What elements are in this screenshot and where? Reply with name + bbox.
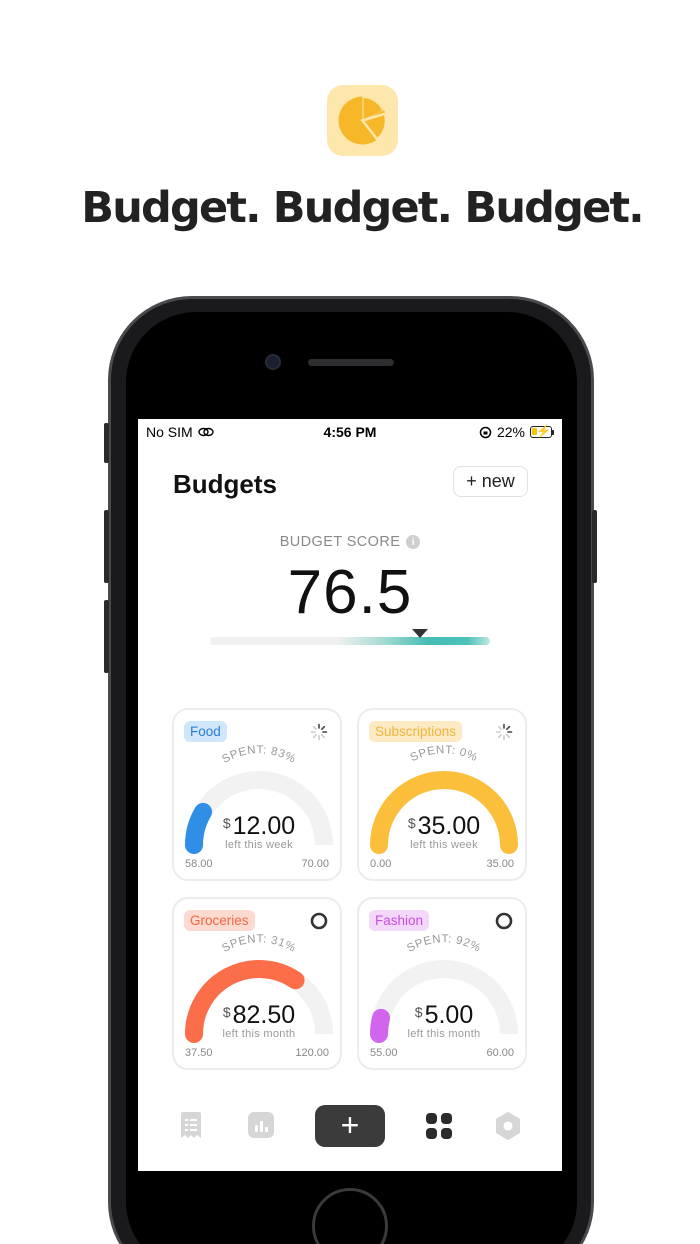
budget-card-subscriptions[interactable]: SPENT: 0% Subscriptions $35.00 left this we… (357, 708, 527, 881)
progress-ring-icon (495, 912, 513, 930)
loading-spinner-icon (495, 723, 513, 741)
receipt-icon[interactable] (179, 1112, 203, 1145)
period-label: left this week (410, 839, 478, 851)
period-label: left this month (407, 1028, 481, 1040)
range-max: 120.00 (295, 1047, 329, 1059)
budget-card-food[interactable]: SPENT: 83% Food $12.00 left this week 58.00 7… (172, 708, 342, 881)
amount-value: 5.00 (424, 1001, 474, 1029)
budget-card-groceries[interactable]: SPENT: 31% Groceries $82.50 left this month… (172, 897, 342, 1070)
earpiece-speaker (308, 359, 394, 366)
add-icon[interactable]: + (315, 1105, 385, 1147)
apps-grid-icon[interactable] (426, 1113, 452, 1144)
status-right: 22% ⚡ (479, 424, 554, 440)
amount-left: $82.50 (174, 1001, 344, 1030)
battery-charging-icon: ⚡ (530, 424, 554, 438)
spent-percent-label: SPENT: 31% (220, 933, 298, 955)
loading-spinner-icon (310, 723, 328, 741)
power-button (592, 510, 597, 583)
progress-ring-icon (310, 912, 328, 930)
pie-chart-icon (338, 96, 388, 145)
range-max: 60.00 (486, 1047, 514, 1059)
front-camera (265, 354, 281, 370)
tab-bar: + (138, 1102, 562, 1154)
plus-icon: + (466, 471, 477, 491)
spent-percent-label: SPENT: 0% (409, 744, 480, 764)
spent-percent-label: SPENT: 92% (405, 933, 483, 955)
app-icon (327, 85, 398, 156)
new-button-label: new (481, 471, 515, 491)
category-label: Food (184, 721, 227, 742)
currency-symbol: $ (222, 815, 231, 831)
new-budget-button[interactable]: + new (453, 466, 528, 497)
amount-value: 35.00 (417, 812, 481, 840)
amount-left: $12.00 (174, 812, 344, 841)
range-min: 58.00 (185, 858, 213, 870)
range-max: 35.00 (486, 858, 514, 870)
category-label: Groceries (184, 910, 255, 931)
spent-percent-label: SPENT: 83% (220, 744, 298, 766)
period-label: left this week (225, 839, 293, 851)
range-min: 0.00 (370, 858, 392, 870)
volume-down-button (104, 600, 109, 673)
score-meter-track (210, 637, 490, 645)
orientation-lock-icon (479, 426, 492, 438)
budget-score-label-row: BUDGET SCORE i (138, 534, 562, 550)
volume-up-button (104, 510, 109, 583)
amount-value: 12.00 (232, 812, 296, 840)
headline: Budget. Budget. Budget. (81, 183, 644, 233)
range-max: 70.00 (301, 858, 329, 870)
amount-left: $35.00 (359, 812, 529, 841)
budget-card-fashion[interactable]: SPENT: 92% Fashion $5.00 left this month 55.… (357, 897, 527, 1070)
currency-symbol: $ (407, 815, 416, 831)
battery-percent: 22% (496, 424, 525, 440)
page-title: Budgets (173, 469, 277, 499)
amount-value: 82.50 (232, 1001, 296, 1029)
currency-symbol: $ (414, 1004, 423, 1020)
mute-switch (104, 423, 109, 463)
range-min: 37.50 (185, 1047, 213, 1059)
bar-chart-icon[interactable] (248, 1112, 274, 1143)
status-bar: No SIM 4:56 PM 22% ⚡ (138, 419, 562, 445)
category-label: Subscriptions (369, 721, 463, 742)
budget-score-label: BUDGET SCORE (279, 534, 401, 550)
budget-score-value: 76.5 (287, 558, 413, 627)
period-label: left this month (222, 1028, 296, 1040)
score-meter-marker (412, 629, 428, 638)
amount-left: $5.00 (359, 1001, 529, 1030)
currency-symbol: $ (222, 1004, 231, 1020)
range-min: 55.00 (370, 1047, 398, 1059)
app-screen: No SIM 4:56 PM 22% ⚡ Budgets + new BUDGE… (138, 419, 562, 1171)
settings-hexagon-icon[interactable] (495, 1112, 521, 1145)
info-icon[interactable]: i (406, 535, 421, 549)
category-label: Fashion (369, 910, 430, 931)
